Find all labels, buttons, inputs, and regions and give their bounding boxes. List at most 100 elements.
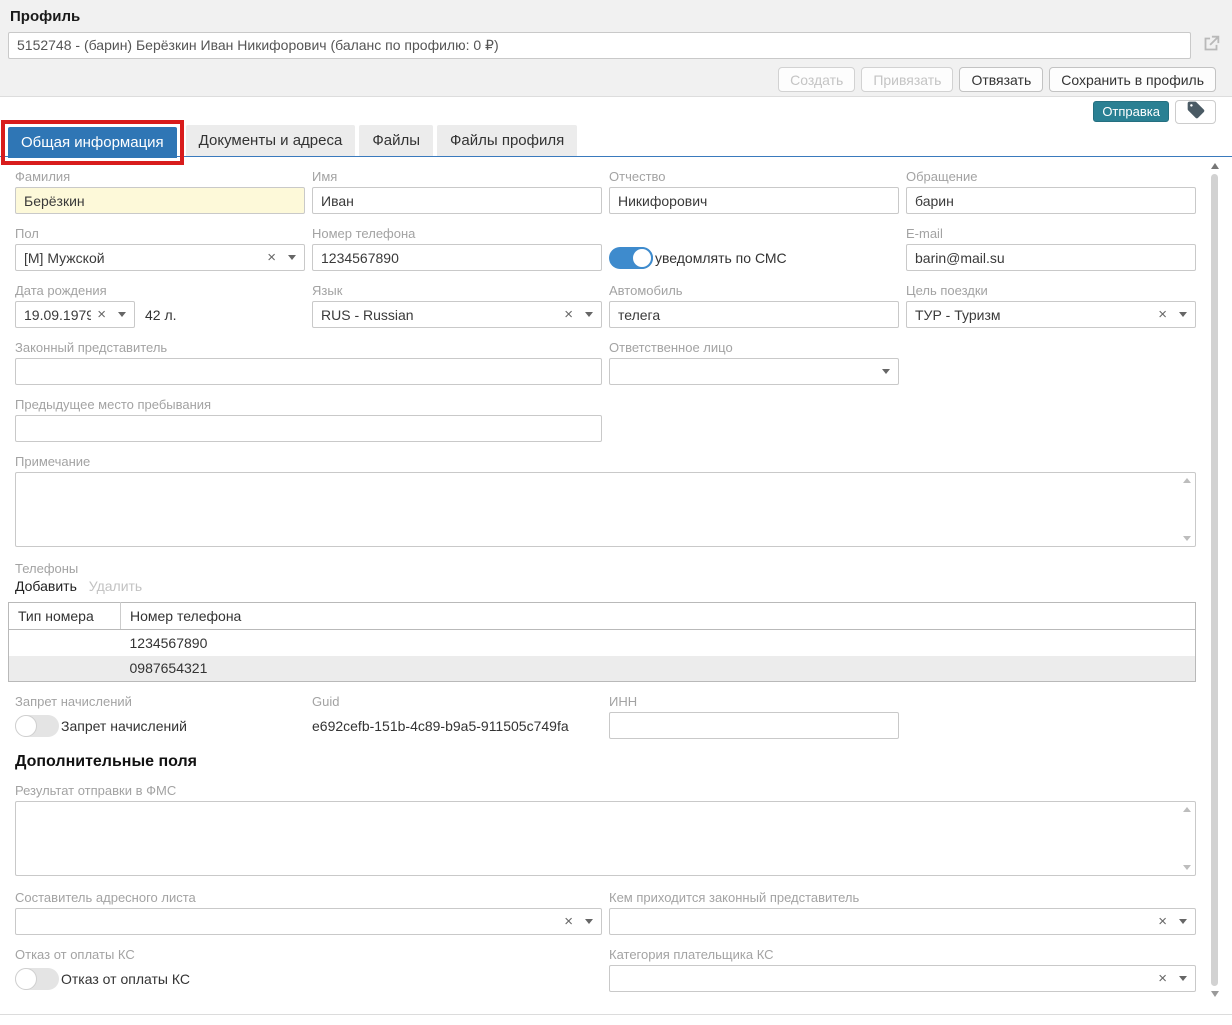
field-first-name: Имя	[312, 169, 602, 214]
phone-table-row[interactable]: 1234567890	[9, 630, 1196, 656]
field-salutation: Обращение	[906, 169, 1196, 214]
field-guid: Guid e692cefb-151b-4c89-b9a5-911505c749f…	[312, 694, 602, 739]
scroll-up-icon[interactable]	[1183, 807, 1191, 812]
chevron-down-icon[interactable]	[1179, 976, 1187, 981]
first-name-input[interactable]	[321, 193, 593, 209]
fms-result-textarea[interactable]	[15, 801, 1196, 876]
chevron-down-icon[interactable]	[585, 919, 593, 924]
field-last-name: Фамилия	[15, 169, 305, 214]
field-label: Предыдущее место пребывания	[15, 397, 602, 412]
age-text: 42 л.	[145, 307, 177, 323]
inn-input[interactable]	[618, 718, 890, 734]
scroll-down-icon[interactable]	[1211, 991, 1219, 997]
scrollbar-thumb[interactable]	[1211, 174, 1218, 986]
note-textarea[interactable]	[15, 472, 1196, 547]
field-address-list-author: Составитель адресного листа ×	[15, 890, 602, 935]
no-accrual-toggle[interactable]	[15, 715, 59, 737]
no-accrual-label: Запрет начислений	[61, 718, 187, 734]
field-trip-purpose: Цель поездки ТУР - Туризм ×	[906, 283, 1196, 328]
field-birth-date: Дата рождения 19.09.1979 × 42 л.	[15, 283, 305, 328]
field-label: Пол	[15, 226, 305, 241]
column-header-number-type: Тип номера	[9, 603, 121, 630]
clear-icon[interactable]: ×	[1158, 971, 1167, 986]
field-language: Язык RUS - Russian ×	[312, 283, 602, 328]
tab-general-info[interactable]: Общая информация	[8, 127, 177, 158]
gender-select[interactable]: [М] Мужской ×	[15, 244, 305, 271]
ks-refusal-toggle[interactable]	[15, 968, 59, 990]
tab-files[interactable]: Файлы	[359, 125, 433, 156]
ks-payer-category-select[interactable]: ×	[609, 965, 1196, 992]
badge-row: Отправка	[0, 97, 1232, 123]
tab-profile-files[interactable]: Файлы профиля	[437, 125, 577, 156]
scroll-down-icon[interactable]	[1183, 865, 1191, 870]
toggle-knob	[15, 715, 37, 737]
address-list-author-select[interactable]: ×	[15, 908, 602, 935]
field-label: Цель поездки	[906, 283, 1196, 298]
field-gender: Пол [М] Мужской ×	[15, 226, 305, 271]
profile-window: Профиль Создать Привязать Отвязать Сохра…	[0, 0, 1232, 1025]
ks-refusal-label: Отказ от оплаты КС	[61, 971, 190, 987]
panel-bottom-border	[0, 1014, 1232, 1015]
language-select[interactable]: RUS - Russian ×	[312, 301, 602, 328]
scroll-up-icon[interactable]	[1211, 163, 1219, 169]
clear-icon[interactable]: ×	[1158, 307, 1167, 322]
field-label: Дата рождения	[15, 283, 305, 298]
field-label: Автомобиль	[609, 283, 899, 298]
car-input[interactable]	[618, 307, 890, 323]
field-label: Ответственное лицо	[609, 340, 899, 355]
clear-icon[interactable]: ×	[97, 307, 106, 322]
phone-table-row[interactable]: 0987654321	[9, 656, 1196, 682]
field-label: Guid	[312, 694, 602, 709]
open-profile-button[interactable]	[1198, 33, 1224, 59]
vertical-scrollbar[interactable]	[1210, 163, 1219, 997]
header: Профиль Создать Привязать Отвязать Сохра…	[0, 0, 1232, 97]
toggle-knob	[15, 968, 37, 990]
field-ks-refusal: Отказ от оплаты КС Отказ от оплаты КС	[15, 947, 602, 992]
responsible-person-select[interactable]	[609, 358, 899, 385]
unbind-button[interactable]: Отвязать	[959, 67, 1043, 92]
clear-icon[interactable]: ×	[267, 250, 276, 265]
chevron-down-icon[interactable]	[288, 255, 296, 260]
birth-date-picker[interactable]: 19.09.1979 ×	[15, 301, 135, 328]
chevron-down-icon[interactable]	[1179, 919, 1187, 924]
chevron-down-icon[interactable]	[585, 312, 593, 317]
save-to-profile-button[interactable]: Сохранить в профиль	[1049, 67, 1216, 92]
field-label: Категория плательщика КС	[609, 947, 1196, 962]
chevron-down-icon[interactable]	[882, 369, 890, 374]
column-header-phone-number: Номер телефона	[121, 603, 1196, 630]
field-legal-representative: Законный представитель	[15, 340, 602, 385]
create-button[interactable]: Создать	[778, 67, 855, 92]
tab-documents-addresses[interactable]: Документы и адреса	[186, 125, 356, 156]
scroll-up-icon[interactable]	[1183, 478, 1191, 483]
chevron-down-icon[interactable]	[1179, 312, 1187, 317]
add-phone-link[interactable]: Добавить	[15, 578, 77, 594]
clear-icon[interactable]: ×	[564, 914, 573, 929]
field-responsible-person: Ответственное лицо	[609, 340, 899, 385]
legal-rep-relation-select[interactable]: ×	[609, 908, 1196, 935]
field-label: Запрет начислений	[15, 694, 305, 709]
middle-name-input[interactable]	[618, 193, 890, 209]
phone-input[interactable]	[321, 250, 593, 266]
email-input[interactable]	[915, 250, 1187, 266]
tags-button[interactable]	[1175, 100, 1216, 124]
additional-fields-heading: Дополнительные поля	[15, 753, 1196, 771]
field-label: E-mail	[906, 226, 1196, 241]
profile-search-input[interactable]	[8, 32, 1191, 59]
salutation-input[interactable]	[915, 193, 1187, 209]
clear-icon[interactable]: ×	[1158, 914, 1167, 929]
chevron-down-icon[interactable]	[118, 312, 126, 317]
trip-purpose-select[interactable]: ТУР - Туризм ×	[906, 301, 1196, 328]
field-label: Результат отправки в ФМС	[15, 783, 1196, 798]
previous-place-input[interactable]	[24, 421, 593, 437]
bind-button[interactable]: Привязать	[861, 67, 953, 92]
sms-notify-toggle[interactable]	[609, 247, 653, 269]
scroll-down-icon[interactable]	[1183, 536, 1191, 541]
page-title: Профиль	[10, 8, 1224, 25]
field-label: Кем приходится законный представитель	[609, 890, 1196, 905]
last-name-input[interactable]	[24, 193, 296, 209]
field-label: Отказ от оплаты КС	[15, 947, 602, 962]
field-label: Номер телефона	[312, 226, 602, 241]
clear-icon[interactable]: ×	[564, 307, 573, 322]
field-previous-place: Предыдущее место пребывания	[15, 397, 602, 442]
legal-representative-input[interactable]	[24, 364, 593, 380]
